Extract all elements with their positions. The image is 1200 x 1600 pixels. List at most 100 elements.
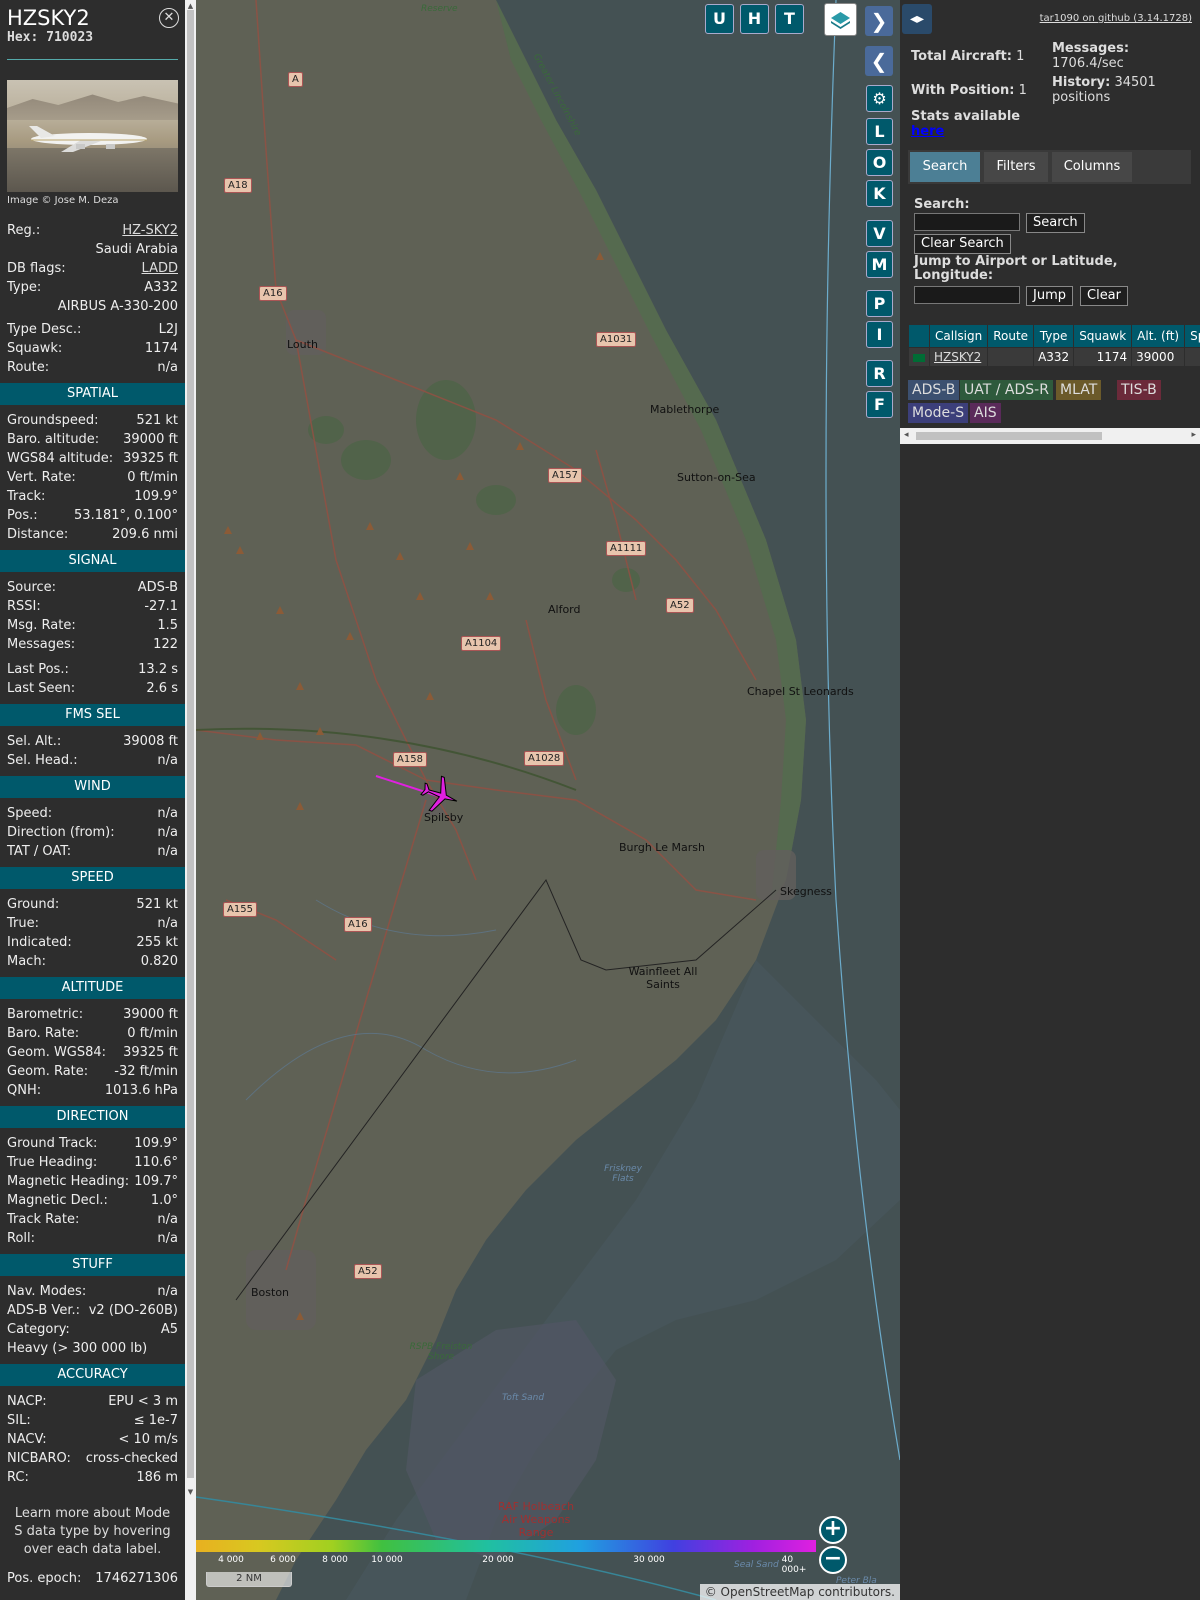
section-header-altitude: ALTITUDE	[0, 977, 185, 999]
source-badge[interactable]: MLAT	[1056, 380, 1102, 400]
col-speed[interactable]: Spd.	[1184, 324, 1200, 348]
zoom-in-button[interactable]: +	[819, 1516, 847, 1544]
info-row: SIL: ≤ 1e-7	[0, 1411, 185, 1430]
aircraft-photo[interactable]	[7, 80, 178, 192]
toggle-sidebar-width-button[interactable]: ◂▸	[902, 4, 932, 34]
with-position-label: With Position:	[911, 83, 1015, 98]
altitude-gradient	[196, 1540, 816, 1552]
info-row: NICBARO: cross-checked	[0, 1449, 185, 1468]
reg-link[interactable]: HZ-SKY2	[122, 221, 178, 240]
source-badge[interactable]: ADS-B	[908, 380, 960, 400]
row-squawk: 1174	[1073, 347, 1133, 367]
map-button-u[interactable]: U	[705, 4, 734, 34]
road-label: A	[288, 72, 303, 87]
info-label: Groundspeed:	[7, 413, 99, 428]
info-value: n/a	[157, 844, 178, 859]
tab-search[interactable]: Search	[910, 152, 980, 182]
col-flag[interactable]	[908, 324, 930, 348]
place-label: Wainfleet All Saints	[628, 965, 698, 991]
row-callsign-link[interactable]: HZSKY2	[934, 350, 981, 364]
map-button-m[interactable]: M	[866, 251, 893, 278]
clear-jump-button[interactable]: Clear	[1080, 286, 1128, 306]
country-row: Saudi Arabia	[0, 240, 185, 259]
clear-search-button[interactable]: Clear Search	[914, 234, 1011, 254]
info-row: Nav. Modes: n/a	[0, 1282, 185, 1301]
info-row: Indicated: 255 kt	[0, 933, 185, 952]
tab-columns[interactable]: Columns	[1052, 152, 1132, 182]
map-button-o[interactable]: O	[866, 149, 893, 176]
info-label: True Heading:	[7, 1155, 98, 1170]
jump-input[interactable]	[914, 286, 1020, 304]
col-callsign[interactable]: Callsign	[928, 324, 989, 348]
layers-icon	[831, 12, 850, 29]
info-scrollbar[interactable]: ▲ ▼	[185, 0, 196, 1600]
col-squawk[interactable]: Squawk	[1073, 324, 1133, 348]
place-label: Friskney Flats	[604, 1164, 642, 1184]
source-badge[interactable]: AIS	[970, 403, 1001, 423]
map-button-r[interactable]: R	[866, 360, 893, 387]
search-button[interactable]: Search	[1026, 213, 1085, 233]
hscroll-thumb[interactable]	[916, 432, 1102, 440]
row-type: A332	[1033, 347, 1075, 367]
info-value: 0.820	[140, 954, 178, 969]
info-value: 39008 ft	[123, 734, 178, 749]
map-button-p[interactable]: P	[866, 290, 893, 317]
github-link[interactable]: tar1090 on github (3.14.1728)	[1040, 13, 1192, 24]
table-horizontal-scrollbar[interactable]: ◂ ▸	[900, 428, 1200, 444]
col-route[interactable]: Route	[987, 324, 1035, 348]
map[interactable]: Louth Mablethorpe Sutton-on-Sea Alford C…	[196, 0, 900, 1600]
total-aircraft-value: 1	[1016, 49, 1025, 64]
pos-epoch-row: Pos. epoch: 1746271306	[0, 1569, 185, 1588]
col-altitude[interactable]: Alt. (ft)	[1131, 324, 1186, 348]
source-badge[interactable]: TIS-B	[1117, 380, 1161, 400]
route-value: n/a	[157, 360, 178, 375]
road-label: A1028	[524, 751, 565, 766]
info-row: Geom. Rate: -32 ft/min	[0, 1062, 185, 1081]
info-row: True Heading: 110.6°	[0, 1153, 185, 1172]
alt-tick-label: 4 000	[218, 1555, 244, 1565]
scroll-right-icon[interactable]: ▸	[1191, 430, 1196, 440]
info-row: Track: 109.9°	[0, 487, 185, 506]
scroll-thumb[interactable]	[187, 10, 194, 1478]
source-badge[interactable]: Mode-S	[908, 403, 969, 423]
info-value: 186 m	[136, 1470, 178, 1485]
source-badge[interactable]: UAT / ADS-R	[960, 380, 1053, 400]
map-button-l[interactable]: L	[866, 118, 893, 145]
map-attribution[interactable]: © OpenStreetMap contributors.	[699, 1584, 900, 1600]
map-button-f[interactable]: F	[866, 391, 893, 418]
dbflags-link[interactable]: LADD	[142, 259, 178, 278]
map-button-k[interactable]: K	[866, 180, 893, 207]
squawk-label: Squawk:	[7, 341, 63, 356]
dbflags-row: DB flags: LADD	[0, 259, 185, 278]
map-scale-line: 2 NM	[206, 1572, 292, 1587]
jump-button[interactable]: Jump	[1026, 286, 1073, 306]
layers-button[interactable]	[824, 3, 857, 36]
info-sections: SPATIAL Groundspeed: 521 kt Baro. altitude:…	[0, 383, 185, 1487]
close-icon[interactable]: ✕	[159, 8, 179, 28]
col-type[interactable]: Type	[1033, 324, 1075, 348]
settings-gear-icon[interactable]: ⚙	[866, 85, 893, 112]
tab-filters[interactable]: Filters	[984, 152, 1048, 182]
row-callsign[interactable]: HZSKY2	[928, 347, 989, 367]
map-button-v[interactable]: V	[866, 220, 893, 247]
map-button-t[interactable]: T	[775, 4, 804, 34]
map-button-h[interactable]: H	[740, 4, 769, 34]
expand-right-button[interactable]: ❯	[865, 6, 893, 36]
road-label: A157	[548, 468, 582, 483]
info-label: Sel. Alt.:	[7, 734, 62, 749]
scroll-down-icon[interactable]: ▼	[186, 1488, 195, 1497]
search-input[interactable]	[914, 213, 1020, 231]
place-label: Toft Sand	[502, 1393, 545, 1403]
map-button-i[interactable]: I	[866, 321, 893, 348]
section-header-speed: SPEED	[0, 867, 185, 889]
hex-value: 710023	[46, 30, 94, 45]
collapse-left-button[interactable]: ❮	[865, 46, 893, 76]
zoom-out-button[interactable]: −	[819, 1546, 847, 1574]
aircraft-marker-icon[interactable]	[418, 775, 462, 815]
alt-tick-label: 10 000	[371, 1555, 403, 1565]
place-label: Chapel St Leonards	[747, 685, 854, 698]
stats-link[interactable]: here	[911, 124, 944, 139]
table-row[interactable]: HZSKY2 A332 1174 39000	[908, 347, 1200, 367]
altitude-legend: 4 000 6 000 8 000 10 000 20 000 30 000 4…	[196, 1537, 816, 1575]
scroll-left-icon[interactable]: ◂	[904, 430, 909, 440]
